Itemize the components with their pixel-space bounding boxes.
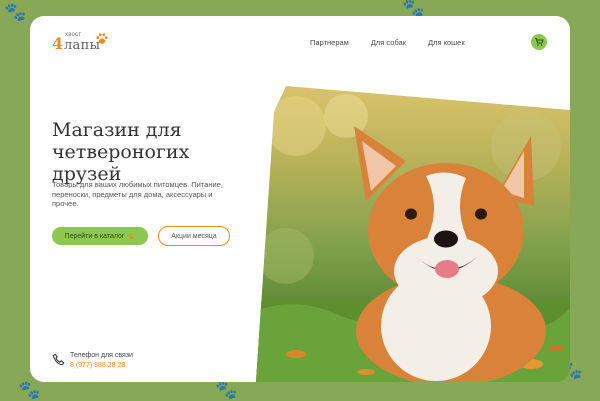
hero-description: Товары для ваших любимых питомцев. Питан… — [52, 180, 223, 208]
title-line-2: четвероногих друзей — [52, 141, 190, 185]
hero-dog-photo — [256, 86, 570, 382]
nav-item-cats[interactable]: Для кошек — [428, 38, 465, 47]
main-card: 4 хвост лапы Партнерам Для собак Для кош… — [30, 16, 570, 382]
page-title: Магазин для четвероногих друзей — [52, 119, 252, 185]
phone-number-link[interactable]: 8 (977) 888 28 28 — [70, 362, 125, 369]
catalog-button[interactable]: Перейти в каталог — [52, 227, 148, 245]
phone-contact: Телефон для связи 8 (977) 888 28 28 — [52, 351, 152, 373]
paw-decor-icon: 🐾 — [215, 380, 238, 400]
paw-icon — [129, 233, 135, 239]
nav-item-partners[interactable]: Партнерам — [310, 38, 349, 47]
title-line-1: Магазин для — [52, 119, 182, 141]
catalog-button-label: Перейти в каталог — [64, 232, 125, 240]
logo-four: 4 — [52, 34, 64, 53]
phone-icon — [52, 353, 65, 366]
corgi-image — [256, 94, 570, 382]
paw-decor-icon: 🐾 — [18, 380, 41, 400]
promotions-button[interactable]: Акции месяца — [158, 226, 230, 246]
paw-decor-icon: 🐾 — [4, 2, 27, 22]
cart-icon — [535, 38, 544, 46]
paw-icon — [95, 32, 109, 49]
nav-item-dogs[interactable]: Для собак — [371, 38, 406, 47]
main-nav: Партнерам Для собак Для кошек — [310, 38, 465, 47]
cart-button[interactable] — [531, 34, 547, 50]
promotions-button-label: Акции месяца — [171, 232, 217, 240]
phone-label: Телефон для связи — [70, 352, 133, 359]
